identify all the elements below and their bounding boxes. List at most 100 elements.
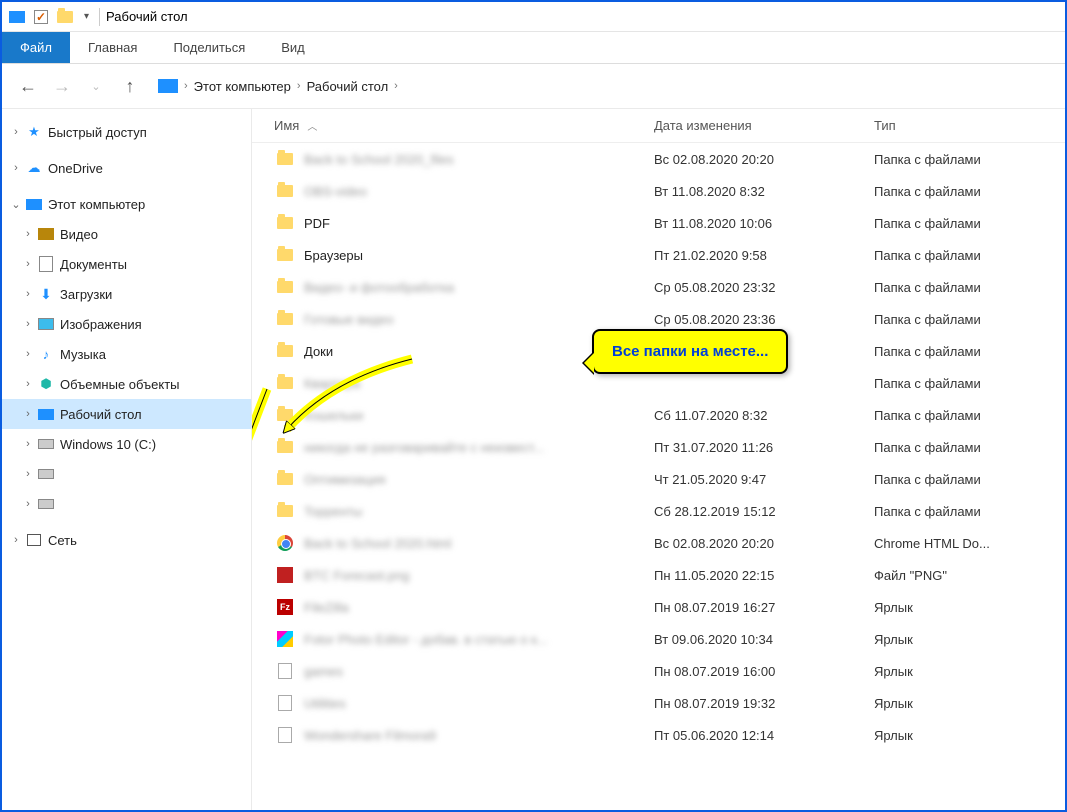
tab-view[interactable]: Вид xyxy=(263,32,323,63)
app-icon xyxy=(8,8,26,26)
up-button[interactable]: ↑ xyxy=(118,74,142,98)
file-date: Пт 31.07.2020 11:26 xyxy=(654,440,874,455)
navbar: ← → ⌄ ↑ › Этот компьютер › Рабочий стол … xyxy=(2,64,1065,108)
expander-icon[interactable]: › xyxy=(20,288,36,300)
tab-file[interactable]: Файл xyxy=(2,32,70,63)
file-name: FileZilla xyxy=(304,600,654,615)
tree-item[interactable]: ›⬇Загрузки xyxy=(2,279,251,309)
file-row[interactable]: ОптимизацияЧт 21.05.2020 9:47Папка с фай… xyxy=(252,463,1065,495)
expander-icon[interactable]: › xyxy=(20,318,36,330)
expander-icon[interactable]: › xyxy=(20,408,36,420)
file-type: Папка с файлами xyxy=(874,376,981,391)
tree-item[interactable]: ›★Быстрый доступ xyxy=(2,117,251,147)
tree-item-label: Музыка xyxy=(60,347,106,362)
file-row[interactable]: ТоррентыСб 28.12.2019 15:12Папка с файла… xyxy=(252,495,1065,527)
expander-icon[interactable]: › xyxy=(20,258,36,270)
monitor-icon xyxy=(24,194,44,214)
tree-item[interactable]: ⌄Этот компьютер xyxy=(2,189,251,219)
file-name: Оптимизация xyxy=(304,472,654,487)
col-header-name[interactable]: Имя︿ xyxy=(274,118,654,133)
file-name: Wondershare Filmora9 xyxy=(304,728,654,743)
tree-item[interactable]: ›⬢Объемные объекты xyxy=(2,369,251,399)
forward-button[interactable]: → xyxy=(50,74,74,98)
crumb-desktop[interactable]: Рабочий стол xyxy=(307,79,389,94)
monitor-icon xyxy=(36,404,56,424)
tree-item[interactable]: › Рабочий стол xyxy=(2,399,251,429)
file-date: Вс 02.08.2020 20:20 xyxy=(654,152,874,167)
generic-icon xyxy=(274,692,296,714)
file-name: никогда не разговаривайте с неизвест... xyxy=(304,440,654,455)
file-name: Utilities xyxy=(304,696,654,711)
file-row[interactable]: Fotor Photo Editor - добав. в статью о к… xyxy=(252,623,1065,655)
file-date: Пн 08.07.2019 16:00 xyxy=(654,664,874,679)
file-row[interactable]: PDFВт 11.08.2020 10:06Папка с файлами xyxy=(252,207,1065,239)
doc-icon xyxy=(36,254,56,274)
file-date: Вт 11.08.2020 8:32 xyxy=(654,184,874,199)
expander-icon[interactable]: › xyxy=(8,534,24,546)
recent-dropdown-icon[interactable]: ⌄ xyxy=(84,74,108,98)
file-row[interactable]: БраузерыПт 21.02.2020 9:58Папка с файлам… xyxy=(252,239,1065,271)
folder-icon xyxy=(274,468,296,490)
tree-item[interactable]: ›Документы xyxy=(2,249,251,279)
music-icon: ♪ xyxy=(36,344,56,364)
crumb-this-pc[interactable]: Этот компьютер xyxy=(194,79,291,94)
expander-icon[interactable]: › xyxy=(20,228,36,240)
expander-icon[interactable]: ⌄ xyxy=(8,198,24,211)
chevron-icon[interactable]: › xyxy=(184,80,188,92)
file-row[interactable]: Back to School 2020.htmlВс 02.08.2020 20… xyxy=(252,527,1065,559)
chevron-icon[interactable]: › xyxy=(297,80,301,92)
tab-home[interactable]: Главная xyxy=(70,32,155,63)
file-name: BTC Forecast.png xyxy=(304,568,654,583)
tree-item[interactable]: ›☁OneDrive xyxy=(2,153,251,183)
file-row[interactable]: FzFileZillaПн 08.07.2019 16:27Ярлык xyxy=(252,591,1065,623)
file-name: Готовые видео xyxy=(304,312,654,327)
tree-item[interactable]: ›Сеть xyxy=(2,525,251,555)
img-icon xyxy=(36,314,56,334)
breadcrumb[interactable]: › Этот компьютер › Рабочий стол › xyxy=(158,79,398,94)
tree-item-label: OneDrive xyxy=(48,161,103,176)
qat-checkbox-icon[interactable]: ✓ xyxy=(32,8,50,26)
file-row[interactable]: Видео- и фотообработкаСр 05.08.2020 23:3… xyxy=(252,271,1065,303)
tree-item[interactable]: ›Изображения xyxy=(2,309,251,339)
file-row[interactable]: никогда не разговаривайте с неизвест...П… xyxy=(252,431,1065,463)
expander-icon[interactable]: › xyxy=(20,378,36,390)
fz-icon: Fz xyxy=(274,596,296,618)
tree-item-label: Рабочий стол xyxy=(60,407,142,422)
file-type: Chrome HTML Do... xyxy=(874,536,990,551)
expander-icon[interactable]: › xyxy=(8,162,24,174)
expander-icon[interactable]: › xyxy=(20,468,36,480)
file-row[interactable]: Back to School 2020_filesВс 02.08.2020 2… xyxy=(252,143,1065,175)
file-name: Back to School 2020_files xyxy=(304,152,654,167)
qat-folder-icon[interactable] xyxy=(56,8,74,26)
tab-share[interactable]: Поделиться xyxy=(155,32,263,63)
qat-dropdown-icon[interactable]: ▾ xyxy=(84,11,89,22)
file-name: Торренты xyxy=(304,504,654,519)
file-type: Ярлык xyxy=(874,696,913,711)
file-row[interactable]: BTC Forecast.pngПн 11.05.2020 22:15Файл … xyxy=(252,559,1065,591)
file-row[interactable]: UtilitiesПн 08.07.2019 19:32Ярлык xyxy=(252,687,1065,719)
disk-icon xyxy=(36,464,56,484)
tree-item[interactable]: › xyxy=(2,459,251,489)
chrome-icon xyxy=(274,532,296,554)
file-date: Вс 02.08.2020 20:20 xyxy=(654,536,874,551)
folder-icon xyxy=(274,212,296,234)
expander-icon[interactable]: › xyxy=(20,498,36,510)
expander-icon[interactable]: › xyxy=(20,438,36,450)
file-row[interactable]: gamesПн 08.07.2019 16:00Ярлык xyxy=(252,655,1065,687)
generic-icon xyxy=(274,724,296,746)
col-header-date[interactable]: Дата изменения xyxy=(654,118,874,133)
chevron-icon[interactable]: › xyxy=(394,80,398,92)
tree-item[interactable]: ›Windows 10 (C:) xyxy=(2,429,251,459)
col-header-type[interactable]: Тип xyxy=(874,118,1065,133)
expander-icon[interactable]: › xyxy=(20,348,36,360)
folder-icon xyxy=(274,436,296,458)
back-button[interactable]: ← xyxy=(16,74,40,98)
file-row[interactable]: КошелькиСб 11.07.2020 8:32Папка с файлам… xyxy=(252,399,1065,431)
tree-item[interactable]: › xyxy=(2,489,251,519)
file-row[interactable]: OBS-videoВт 11.08.2020 8:32Папка с файла… xyxy=(252,175,1065,207)
file-name: Back to School 2020.html xyxy=(304,536,654,551)
tree-item[interactable]: ›Видео xyxy=(2,219,251,249)
file-row[interactable]: Wondershare Filmora9Пт 05.06.2020 12:14Я… xyxy=(252,719,1065,751)
tree-item[interactable]: ›♪ Музыка xyxy=(2,339,251,369)
expander-icon[interactable]: › xyxy=(8,126,24,138)
